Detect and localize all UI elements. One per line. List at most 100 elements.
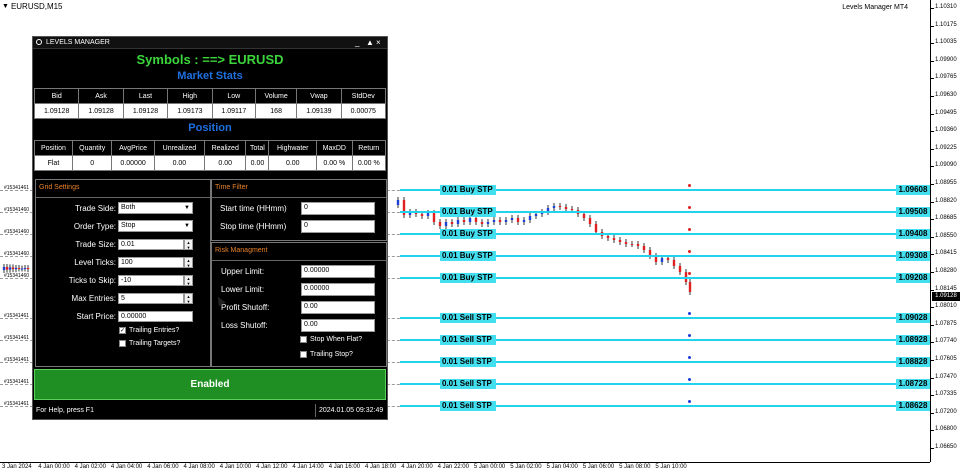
level-order-tag[interactable]: 0.01 Buy STP	[440, 251, 496, 261]
candle-body	[582, 214, 586, 218]
level-price-tag: 1.09608	[896, 185, 930, 195]
ticks-to-skip-input[interactable]: -10	[118, 275, 184, 286]
stat-header: Ask	[78, 88, 124, 104]
panel-titlebar[interactable]: LEVELS MANAGER _ ▲ ×	[33, 37, 387, 49]
level-ticks-stepper[interactable]: ▲ ▼	[184, 257, 193, 268]
level-order-tag[interactable]: 0.01 Buy STP	[440, 273, 496, 283]
ticks-to-skip-stepper[interactable]: ▲ ▼	[184, 275, 193, 286]
level-order-tag[interactable]: 0.01 Buy STP	[440, 229, 496, 239]
position-title: Position	[188, 122, 232, 134]
max-entries-stepper[interactable]: ▲ ▼	[184, 293, 193, 304]
level-order-tag[interactable]: 0.01 Sell STP	[440, 335, 496, 345]
trade-size-stepper[interactable]: ▲ ▼	[184, 239, 193, 250]
risk-management-title: Risk Managment	[215, 247, 268, 254]
order-ticket-label: #15341461	[4, 335, 30, 341]
time-axis[interactable]: 3 Jan 2024 4 Jan 00:00 4 Jan 02:00 4 Jan 04…	[0, 462, 930, 475]
trailing-entries-label: Trailing Entries?	[129, 327, 180, 334]
level-order-tag[interactable]: 0.01 Buy STP	[440, 207, 496, 217]
profit-shutoff-input[interactable]: 0.00	[301, 301, 375, 314]
start-price-input[interactable]: 0.00000	[118, 311, 193, 322]
level-order-tag[interactable]: 0.01 Sell STP	[440, 313, 496, 323]
time-tick-label: 4 Jan 20:00	[401, 464, 433, 470]
stat-value: 1.09139	[296, 103, 342, 119]
price-tick-label: 1.09090	[931, 162, 957, 169]
price-tick-label: 1.08280	[931, 268, 957, 274]
candle-body	[474, 218, 478, 222]
price-axis[interactable]: 1.10310 1.10175 1.10035 1.09900 1.09765 1.096…	[930, 0, 960, 462]
order-type-select[interactable]: Stop ▼	[118, 220, 193, 232]
risk-management-box: Risk Managment Upper Limit: 0.00000 Lowe…	[211, 242, 387, 367]
trailing-entries-checkbox[interactable]: ✓ Trailing Entries?	[119, 327, 179, 334]
position-value: Flat	[34, 155, 73, 171]
max-entries-label: Max Entries:	[71, 294, 116, 303]
price-tick-label: 1.08685	[931, 215, 957, 222]
level-price-tag: 1.08828	[896, 357, 930, 367]
stat-header: Last	[122, 88, 169, 104]
stop-when-flat-checkbox[interactable]: Stop When Flat?	[300, 336, 362, 343]
dropdown-triangle-icon[interactable]: ▼	[2, 3, 9, 10]
time-tick-label: 5 Jan 00:00	[473, 464, 506, 470]
trade-size-input[interactable]: 0.01	[118, 239, 184, 250]
trade-side-select[interactable]: Both ▼	[118, 202, 193, 214]
grid-settings-title: Grid Settings	[39, 184, 80, 191]
upper-limit-input[interactable]: 0.00000	[301, 265, 375, 278]
position-header: Total	[245, 140, 270, 156]
lower-limit-input[interactable]: 0.00000	[301, 283, 375, 296]
candle-body	[552, 206, 556, 208]
indicator-name: Levels Manager MT4	[842, 4, 908, 11]
market-stats-table: Bid Ask Last High Low Volume Vwap StdDev 1.0912…	[33, 88, 387, 119]
position-table: Position Quantity AvgPrice Unrealized Realiz…	[34, 140, 387, 171]
candle-body	[17, 267, 21, 269]
minimize-button[interactable]: _	[355, 37, 359, 48]
trailing-stop-checkbox[interactable]: Trailing Stop?	[300, 351, 353, 358]
candle-body	[570, 209, 574, 210]
order-ticket-label: #15341460	[4, 229, 30, 235]
max-entries-input[interactable]: 5	[118, 293, 184, 304]
level-ticks-input[interactable]: 100	[118, 257, 184, 268]
checkbox-empty-icon	[119, 340, 126, 347]
stat-value: 1.09128	[78, 103, 124, 119]
collapse-button[interactable]: ▲	[366, 37, 374, 48]
level-order-tag[interactable]: 0.01 Sell STP	[440, 379, 496, 389]
stop-time-input[interactable]: 0	[301, 220, 375, 233]
level-price-tag: 1.08928	[896, 335, 930, 345]
price-tick-label: 1.10035	[931, 39, 957, 46]
trade-size-label: Trade Size:	[75, 240, 116, 249]
level-order-tag[interactable]: 0.01 Buy STP	[440, 185, 496, 195]
order-ticket-label: #15341461	[4, 357, 30, 363]
grid-settings-box: Grid Settings Trade Side: Both ▼ Order Ty…	[35, 179, 211, 367]
loss-shutoff-input[interactable]: 0.00	[301, 319, 375, 332]
position-value: 0.00	[268, 155, 318, 171]
level-marker-dot	[688, 250, 691, 253]
candle-body	[666, 258, 670, 260]
level-order-tag[interactable]: 0.01 Sell STP	[440, 401, 496, 411]
time-tick-label: 4 Jan 22:00	[437, 464, 469, 470]
order-ticket-label: #15341461	[4, 185, 30, 191]
current-price-tag: 1.09128	[932, 292, 960, 301]
time-tick-label: 4 Jan 06:00	[147, 464, 179, 470]
lower-limit-label: Lower Limit:	[221, 285, 265, 294]
status-time: 2024.01.05 09:32:49	[315, 404, 383, 417]
start-time-input[interactable]: 0	[301, 202, 375, 215]
time-tick-label: 4 Jan 16:00	[328, 464, 361, 470]
level-order-tag[interactable]: 0.01 Sell STP	[440, 357, 496, 367]
time-tick-label: 4 Jan 12:00	[256, 464, 288, 470]
stat-header: Volume	[255, 88, 298, 104]
candle-body	[510, 218, 514, 220]
candle-body	[396, 200, 400, 205]
price-tick-label: 1.07605	[931, 356, 957, 362]
trailing-targets-checkbox[interactable]: Trailing Targets?	[119, 340, 180, 347]
price-tick-label: 1.08010	[931, 303, 957, 310]
candle-body	[624, 242, 628, 244]
candle-body	[450, 222, 454, 224]
loss-shutoff-label: Loss Shutoff:	[221, 321, 268, 330]
order-ticket-label: #15341461	[4, 313, 30, 319]
candle-body	[11, 267, 15, 270]
chevron-down-icon: ▼	[184, 205, 190, 211]
start-time-label: Start time (HHmm)	[220, 204, 287, 213]
close-button[interactable]: ×	[376, 37, 381, 48]
candle-body	[606, 236, 610, 238]
candle-body	[20, 268, 24, 270]
enabled-button[interactable]: Enabled	[34, 369, 386, 400]
candle-body	[564, 207, 568, 209]
